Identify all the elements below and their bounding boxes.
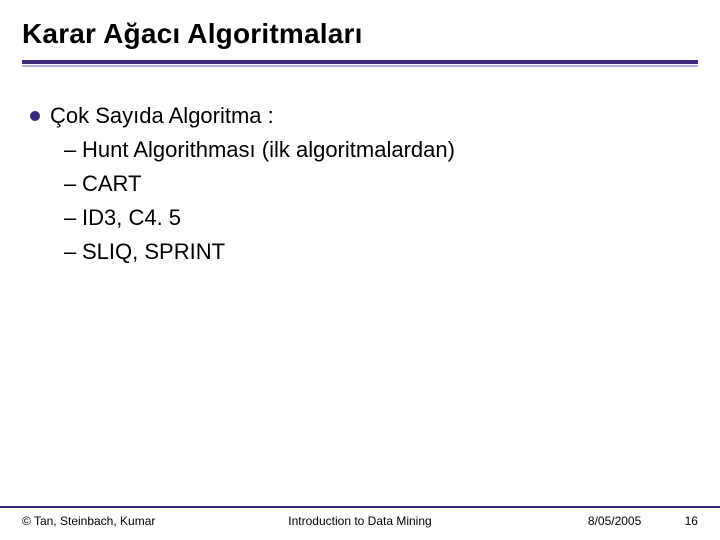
list-item-text: Hunt Algorithması (ilk algoritmalardan) xyxy=(82,133,455,167)
dash-icon: – xyxy=(64,133,82,167)
footer: © Tan, Steinbach, Kumar Introduction to … xyxy=(0,506,720,540)
list-item-text: CART xyxy=(82,167,142,201)
list-item: – SLIQ, SPRINT xyxy=(64,235,690,269)
page-title: Karar Ağacı Algoritmaları xyxy=(22,18,698,50)
footer-date: 8/05/2005 xyxy=(588,514,641,528)
list-item: – ID3, C4. 5 xyxy=(64,201,690,235)
title-rule-light xyxy=(22,65,698,67)
list-item-text: ID3, C4. 5 xyxy=(82,201,181,235)
footer-row: © Tan, Steinbach, Kumar Introduction to … xyxy=(0,514,720,540)
footer-center: Introduction to Data Mining xyxy=(247,514,472,528)
list-item-text: SLIQ, SPRINT xyxy=(82,235,225,269)
bullet-disc-icon xyxy=(30,111,40,121)
dash-icon: – xyxy=(64,167,82,201)
bullet-top-text: Çok Sayıda Algoritma : xyxy=(50,99,274,133)
title-block: Karar Ağacı Algoritmaları xyxy=(0,0,720,73)
list-item: – Hunt Algorithması (ilk algoritmalardan… xyxy=(64,133,690,167)
footer-rule xyxy=(0,506,720,508)
slide: Karar Ağacı Algoritmaları Çok Sayıda Alg… xyxy=(0,0,720,540)
sub-list: – Hunt Algorithması (ilk algoritmalardan… xyxy=(30,133,690,269)
body: Çok Sayıda Algoritma : – Hunt Algorithma… xyxy=(0,73,720,269)
list-item: – CART xyxy=(64,167,690,201)
footer-copyright: © Tan, Steinbach, Kumar xyxy=(22,514,247,528)
footer-page: 16 xyxy=(685,514,698,528)
title-rule-dark xyxy=(22,60,698,64)
bullet-top: Çok Sayıda Algoritma : xyxy=(30,99,690,133)
dash-icon: – xyxy=(64,201,82,235)
dash-icon: – xyxy=(64,235,82,269)
footer-right: 8/05/2005 16 xyxy=(473,514,698,528)
